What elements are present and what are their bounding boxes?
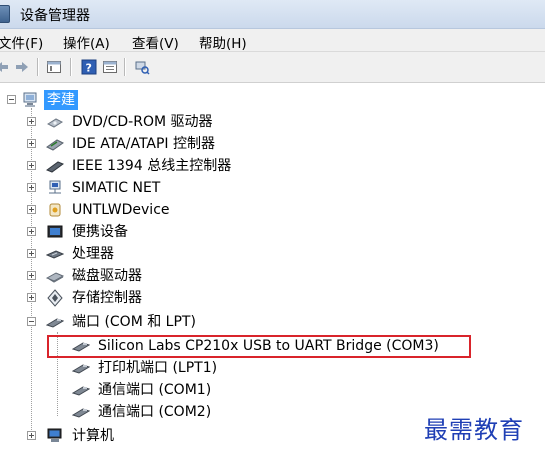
tree-category-computer[interactable]: 计算机	[0, 426, 300, 446]
tree-category-untlw[interactable]: UNTLWDevice	[0, 200, 300, 220]
port-icon	[46, 313, 64, 331]
port-icon	[72, 381, 90, 399]
tree-category-ieee1394[interactable]: IEEE 1394 总线主控制器	[0, 156, 300, 176]
tree-category-label: 处理器	[72, 246, 114, 262]
window-title: 设备管理器	[20, 8, 90, 24]
svg-text:?: ?	[86, 62, 92, 75]
tree-category-label: IEEE 1394 总线主控制器	[72, 158, 232, 174]
expand-toggle[interactable]	[27, 431, 36, 440]
view-icon[interactable]	[102, 59, 118, 75]
computer-icon	[46, 427, 64, 445]
tree-category-ide[interactable]: IDE ATA/ATAPI 控制器	[0, 134, 300, 154]
device-tree: 李建 DVD/CD-ROM 驱动器 IDE ATA/ATAPI 控制器 IEEE…	[0, 84, 545, 457]
toolbar-separator	[37, 58, 39, 76]
storage-controller-icon	[46, 289, 64, 307]
port-device-com2[interactable]: 通信端口 (COM2)	[0, 402, 300, 422]
collapse-toggle[interactable]	[27, 317, 36, 326]
tree-category-simatic[interactable]: SIMATIC NET	[0, 178, 300, 198]
tree-category-label: DVD/CD-ROM 驱动器	[72, 114, 213, 130]
device-manager-icon	[0, 5, 10, 23]
menu-bar: 文件(F) 操作(A) 查看(V) 帮助(H)	[0, 29, 545, 52]
menu-file[interactable]: 文件(F)	[0, 32, 43, 52]
port-icon	[72, 403, 90, 421]
expand-toggle[interactable]	[27, 293, 36, 302]
help-icon[interactable]: ?	[81, 59, 97, 75]
back-icon[interactable]	[0, 59, 10, 75]
expand-toggle[interactable]	[27, 161, 36, 170]
ide-controller-icon	[46, 135, 64, 153]
expand-toggle[interactable]	[27, 227, 36, 236]
collapse-toggle[interactable]	[7, 95, 16, 104]
expand-toggle[interactable]	[27, 183, 36, 192]
tree-category-label: 便携设备	[72, 224, 128, 240]
port-device-label: Silicon Labs CP210x USB to UART Bridge (…	[98, 338, 439, 354]
expand-toggle[interactable]	[27, 139, 36, 148]
port-device-cp210x[interactable]: Silicon Labs CP210x USB to UART Bridge (…	[0, 336, 470, 356]
ieee1394-icon	[46, 157, 64, 175]
menu-help[interactable]: 帮助(H)	[199, 32, 247, 52]
tree-category-label: 存储控制器	[72, 290, 142, 306]
portable-device-icon	[46, 223, 64, 241]
tree-root[interactable]: 李建	[0, 90, 200, 110]
tree-category-label: UNTLWDevice	[72, 202, 170, 218]
title-bar: 设备管理器	[0, 0, 545, 29]
expand-toggle[interactable]	[27, 249, 36, 258]
port-device-label: 通信端口 (COM1)	[98, 382, 212, 398]
menu-action[interactable]: 操作(A)	[63, 32, 110, 52]
processor-icon	[46, 245, 64, 263]
forward-icon[interactable]	[14, 59, 30, 75]
tree-category-portable[interactable]: 便携设备	[0, 222, 300, 242]
properties-icon[interactable]	[46, 59, 62, 75]
tree-category-dvd[interactable]: DVD/CD-ROM 驱动器	[0, 112, 300, 132]
tree-category-label: IDE ATA/ATAPI 控制器	[72, 136, 216, 152]
port-device-label: 通信端口 (COM2)	[98, 404, 212, 420]
tree-category-ports[interactable]: 端口 (COM 和 LPT)	[0, 312, 300, 332]
network-icon	[46, 179, 64, 197]
port-device-com1[interactable]: 通信端口 (COM1)	[0, 380, 300, 400]
expand-toggle[interactable]	[27, 271, 36, 280]
tree-category-storage[interactable]: 存储控制器	[0, 288, 300, 308]
toolbar-separator	[124, 58, 126, 76]
port-icon	[72, 359, 90, 377]
scan-hardware-icon[interactable]	[134, 59, 150, 75]
watermark-text: 最需教育	[424, 416, 524, 444]
tree-root-label: 李建	[44, 90, 78, 110]
tree-category-label: 计算机	[72, 428, 114, 444]
tree-category-disk[interactable]: 磁盘驱动器	[0, 266, 300, 286]
toolbar-separator	[70, 58, 72, 76]
expand-toggle[interactable]	[27, 117, 36, 126]
device-icon	[46, 201, 64, 219]
dvd-drive-icon	[46, 113, 64, 131]
tree-category-label: 端口 (COM 和 LPT)	[72, 314, 196, 330]
tree-category-label: 磁盘驱动器	[72, 268, 142, 284]
expand-toggle[interactable]	[27, 205, 36, 214]
computer-icon	[22, 91, 40, 109]
port-icon	[72, 337, 90, 355]
menu-view[interactable]: 查看(V)	[132, 32, 179, 52]
tree-category-processor[interactable]: 处理器	[0, 244, 300, 264]
toolbar: ?	[0, 52, 545, 83]
disk-drive-icon	[46, 267, 64, 285]
tree-category-label: SIMATIC NET	[72, 180, 161, 196]
port-device-label: 打印机端口 (LPT1)	[98, 360, 218, 376]
port-device-lpt1[interactable]: 打印机端口 (LPT1)	[0, 358, 300, 378]
